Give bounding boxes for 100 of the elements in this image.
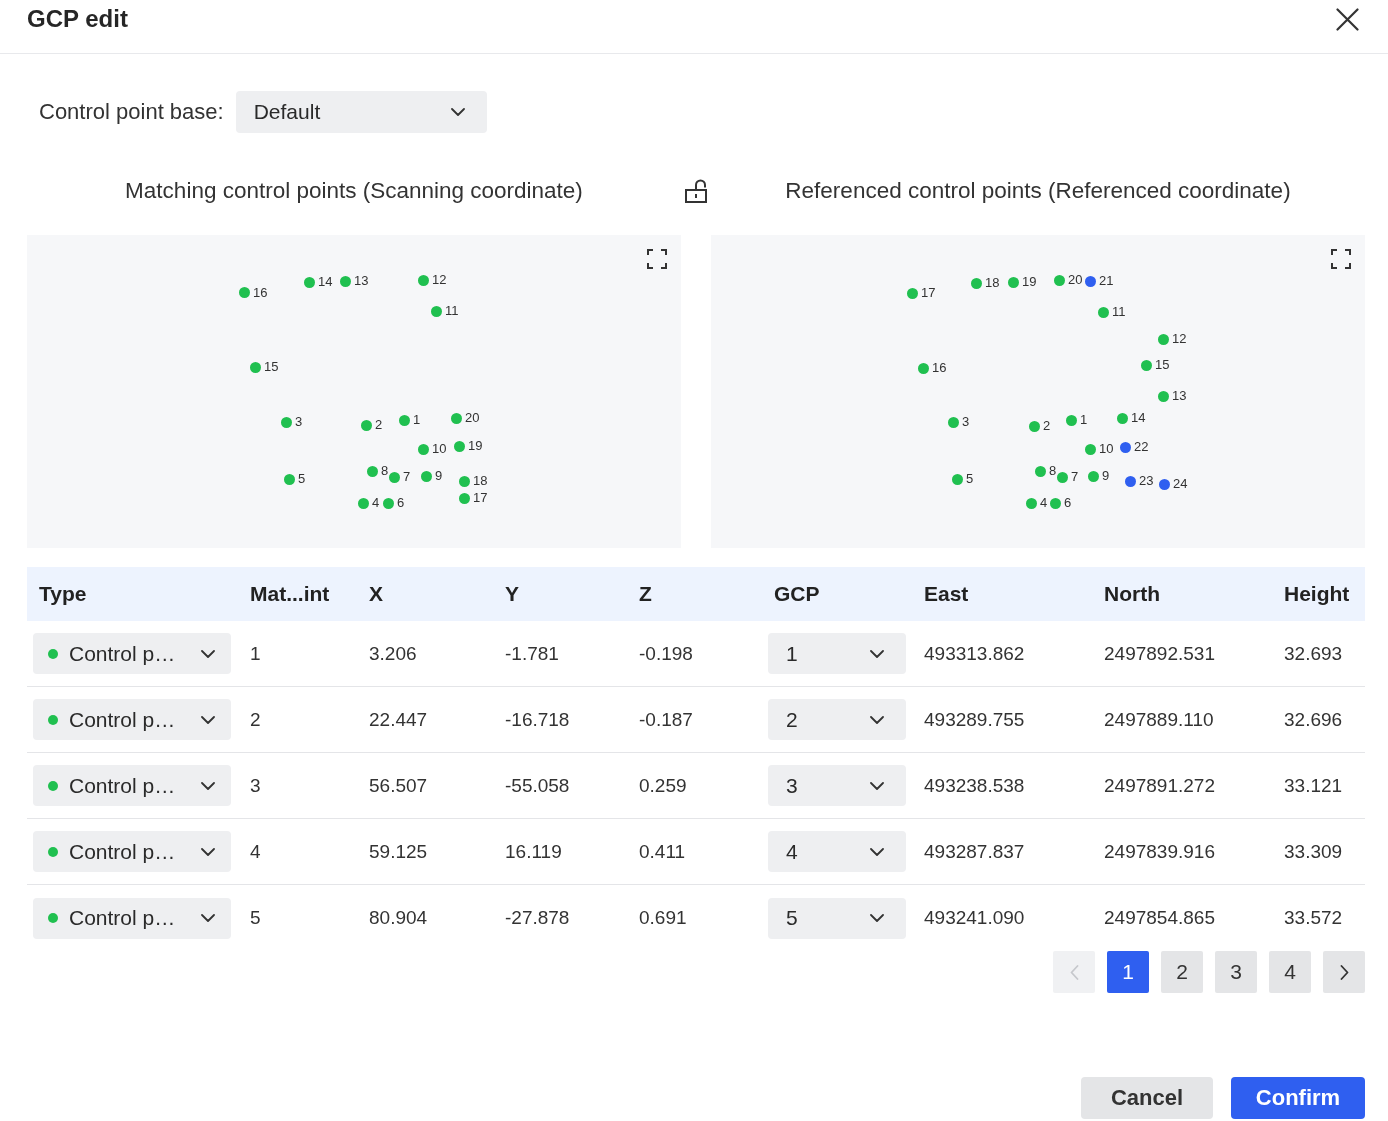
point-marker-icon[interactable] bbox=[417, 443, 429, 455]
point-marker-icon[interactable] bbox=[1028, 420, 1040, 432]
table-cell: 5 bbox=[250, 906, 261, 930]
chevron-right-icon bbox=[1339, 964, 1349, 980]
point-marker-icon[interactable] bbox=[366, 465, 378, 477]
chevron-down-icon bbox=[450, 108, 465, 116]
gcp-dropdown[interactable]: 1 bbox=[768, 633, 906, 674]
chevron-down-icon bbox=[201, 715, 215, 724]
point-marker-icon[interactable] bbox=[1053, 274, 1065, 286]
base-dropdown[interactable]: Default bbox=[235, 91, 487, 133]
point-marker-icon[interactable] bbox=[1034, 465, 1046, 477]
point-marker-icon[interactable] bbox=[1116, 412, 1128, 424]
chevron-down-icon bbox=[870, 847, 884, 856]
point-marker-icon[interactable] bbox=[398, 414, 410, 426]
table-cell: 2497891.272 bbox=[1104, 773, 1215, 798]
point-marker-icon[interactable] bbox=[450, 412, 462, 424]
point-marker-icon[interactable] bbox=[1084, 275, 1096, 287]
point-marker-icon[interactable] bbox=[1065, 414, 1077, 426]
table-cell: 493313.862 bbox=[924, 641, 1025, 666]
page-button[interactable]: 3 bbox=[1215, 951, 1257, 993]
padlock-icon[interactable] bbox=[684, 179, 708, 203]
point-label: 6 bbox=[1064, 495, 1072, 511]
point-label: 9 bbox=[1102, 468, 1110, 484]
column-header: Mat...int bbox=[250, 581, 330, 607]
expand-icon[interactable] bbox=[647, 249, 667, 269]
type-dropdown[interactable]: Control p… bbox=[33, 699, 231, 740]
table-cell: 33.572 bbox=[1284, 906, 1343, 930]
column-header: X bbox=[369, 581, 383, 607]
page-button[interactable]: 2 bbox=[1161, 951, 1203, 993]
point-marker-icon[interactable] bbox=[1124, 475, 1136, 487]
point-label: 15 bbox=[264, 359, 279, 375]
point-marker-icon[interactable] bbox=[951, 473, 963, 485]
point-marker-icon[interactable] bbox=[1049, 497, 1061, 509]
point-label: 6 bbox=[397, 495, 405, 511]
point-marker-icon[interactable] bbox=[453, 440, 465, 452]
gcp-dropdown[interactable]: 5 bbox=[768, 897, 906, 939]
point-marker-icon[interactable] bbox=[283, 473, 295, 485]
point-label: 7 bbox=[403, 469, 411, 485]
point-label: 5 bbox=[966, 471, 974, 487]
point-marker-icon[interactable] bbox=[970, 277, 982, 289]
table-cell: 0.259 bbox=[639, 773, 687, 798]
expand-icon[interactable] bbox=[1331, 249, 1351, 269]
column-header: North bbox=[1104, 581, 1160, 607]
point-marker-icon[interactable] bbox=[906, 287, 918, 299]
point-marker-icon[interactable] bbox=[339, 275, 351, 287]
type-dropdown[interactable]: Control p… bbox=[33, 633, 231, 674]
table-cell: 3 bbox=[250, 773, 261, 798]
point-marker-icon[interactable] bbox=[303, 276, 315, 288]
point-marker-icon[interactable] bbox=[238, 287, 250, 298]
table-cell: 32.696 bbox=[1284, 707, 1343, 732]
point-marker-icon[interactable] bbox=[1157, 333, 1169, 345]
point-marker-icon[interactable] bbox=[357, 497, 369, 509]
table-cell: 16.119 bbox=[505, 839, 562, 864]
table-cell: -1.781 bbox=[505, 641, 559, 666]
point-marker-icon[interactable] bbox=[1157, 390, 1169, 402]
point-marker-icon[interactable] bbox=[249, 361, 261, 373]
point-label: 18 bbox=[985, 275, 1000, 291]
point-marker-icon[interactable] bbox=[1025, 497, 1037, 509]
confirm-button[interactable]: Confirm bbox=[1231, 1077, 1365, 1119]
point-marker-icon[interactable] bbox=[1087, 470, 1099, 482]
gcp-dropdown[interactable]: 3 bbox=[768, 765, 906, 806]
page-button[interactable]: 4 bbox=[1269, 951, 1311, 993]
gcp-dropdown[interactable]: 4 bbox=[768, 831, 906, 872]
type-dropdown[interactable]: Control p… bbox=[33, 831, 231, 872]
point-marker-icon[interactable] bbox=[280, 416, 292, 428]
point-marker-icon[interactable] bbox=[417, 274, 429, 286]
point-marker-icon[interactable] bbox=[360, 419, 372, 431]
table-cell: 0.411 bbox=[639, 839, 686, 864]
table-cell: 56.507 bbox=[369, 773, 428, 798]
point-marker-icon[interactable] bbox=[1084, 443, 1096, 455]
point-label: 20 bbox=[1068, 272, 1083, 288]
point-marker-icon[interactable] bbox=[1158, 478, 1170, 490]
point-label: 8 bbox=[1049, 463, 1057, 479]
point-marker-icon[interactable] bbox=[1140, 359, 1152, 371]
point-marker-icon[interactable] bbox=[947, 416, 959, 428]
type-dropdown[interactable]: Control p… bbox=[33, 897, 231, 939]
point-label: 14 bbox=[318, 274, 333, 290]
point-marker-icon[interactable] bbox=[430, 305, 442, 317]
column-header: East bbox=[924, 581, 969, 607]
cancel-button[interactable]: Cancel bbox=[1081, 1077, 1213, 1119]
point-marker-icon[interactable] bbox=[458, 475, 470, 487]
type-dropdown[interactable]: Control p… bbox=[33, 765, 231, 806]
point-label: 17 bbox=[473, 490, 488, 506]
gcp-dropdown[interactable]: 2 bbox=[768, 699, 906, 740]
point-marker-icon[interactable] bbox=[458, 492, 470, 504]
point-marker-icon[interactable] bbox=[382, 497, 394, 509]
point-marker-icon[interactable] bbox=[420, 470, 432, 482]
point-marker-icon[interactable] bbox=[1119, 441, 1131, 453]
column-header: GCP bbox=[774, 581, 820, 607]
point-label: 18 bbox=[473, 473, 488, 489]
table-cell: 2497854.865 bbox=[1104, 906, 1215, 930]
point-marker-icon[interactable] bbox=[1097, 306, 1109, 318]
close-icon[interactable] bbox=[1336, 7, 1359, 31]
table-cell: 493287.837 bbox=[924, 839, 1025, 864]
point-marker-icon[interactable] bbox=[388, 471, 400, 483]
point-marker-icon[interactable] bbox=[1056, 471, 1068, 483]
point-marker-icon[interactable] bbox=[1007, 276, 1019, 288]
next-page-button[interactable] bbox=[1323, 951, 1365, 993]
point-marker-icon[interactable] bbox=[917, 362, 929, 374]
page-button[interactable]: 1 bbox=[1107, 951, 1149, 993]
